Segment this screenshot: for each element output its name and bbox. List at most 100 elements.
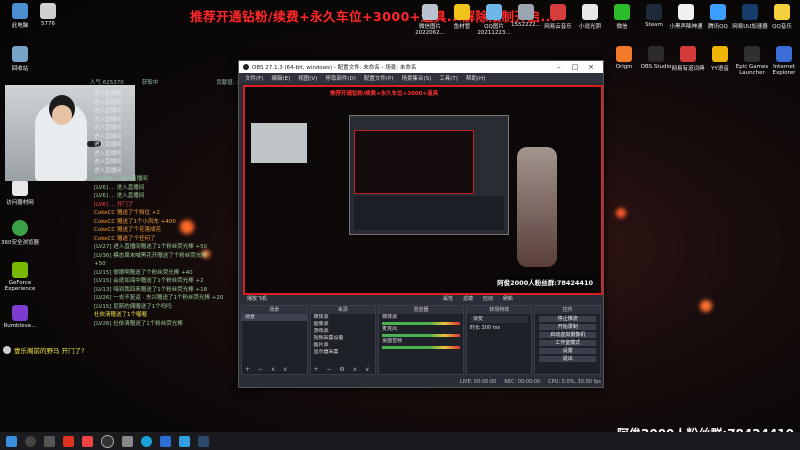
- streamer-face: [52, 105, 72, 125]
- desktop-icon-label: 访问器材网: [6, 200, 34, 206]
- stop-streaming-button[interactable]: 停止推流: [539, 315, 597, 322]
- obs-icon[interactable]: [101, 434, 114, 448]
- obs-logo-icon: [243, 64, 249, 70]
- taskbar: [0, 432, 800, 450]
- chat-message: CokeCC 赠送了个挡位 +2: [94, 210, 160, 216]
- sources-dock: 来源 媒体源 图像源 游戏源 视频采集设备 图片源 显示器采集 + − ⚙ ∧ …: [309, 305, 377, 375]
- chat-message: CokeCC 赠送了1个小风车 +400: [94, 218, 176, 225]
- ember-glow: [700, 300, 712, 312]
- volume-slider[interactable]: [382, 334, 460, 337]
- source-item[interactable]: 图像源: [311, 321, 376, 328]
- desktop-icon-5776[interactable]: 5776: [28, 3, 68, 27]
- desktop-icon-recycle-bin[interactable]: 回收站: [0, 46, 40, 72]
- app-icon[interactable]: [63, 435, 74, 447]
- app-icon: [680, 46, 696, 62]
- refresh-button[interactable]: 刷新: [503, 295, 513, 302]
- menu-profile[interactable]: 配置文件(P): [364, 74, 394, 82]
- volume-slider[interactable]: [382, 322, 460, 325]
- start-icon[interactable]: [6, 435, 17, 447]
- app-icon[interactable]: [179, 435, 190, 447]
- minimize-button[interactable]: –: [551, 63, 567, 71]
- studio-mode-button[interactable]: 工作室模式: [539, 339, 597, 346]
- desktop-icon-rumbleverse[interactable]: Rumbleve...: [0, 305, 40, 329]
- audio-mixer-dock: 混音器 媒体源 麦克风 桌面音频: [378, 305, 464, 375]
- desktop-icon-360-browser[interactable]: 360安全浏览器: [0, 220, 40, 246]
- source-item[interactable]: 游戏源: [311, 328, 376, 335]
- start-recording-button[interactable]: 开始录制: [539, 323, 597, 330]
- app-icon: [710, 4, 726, 20]
- obs-window[interactable]: OBS 27.1.3 (64-bit, windows) - 配置文件: 未命名…: [238, 60, 604, 388]
- desktop-icon-label: Internet Explorer: [772, 64, 796, 76]
- source-item[interactable]: 视频采集设备: [311, 335, 376, 342]
- desktop-icon-geforce[interactable]: GeForce Experience: [0, 262, 40, 292]
- menu-help[interactable]: 帮助(H): [466, 74, 485, 82]
- source-item[interactable]: 显示器采集: [311, 349, 376, 356]
- app-icon: [422, 4, 438, 20]
- chat-message: [LV15] 会逐如海中赠送了1个粉丝荧光棒 +2: [94, 278, 204, 284]
- app-icon[interactable]: [122, 435, 133, 447]
- menu-tools[interactable]: 工具(T): [439, 74, 458, 82]
- desktop-icon-label: GeForce Experience: [4, 280, 36, 292]
- transition-duration[interactable]: 时长 300 ms: [467, 325, 532, 332]
- close-button[interactable]: ×: [583, 63, 599, 71]
- search-icon[interactable]: [25, 435, 36, 447]
- source-toolbar: 播放飞机 属性 滤镜 应动 刷新: [243, 293, 603, 303]
- menu-docks[interactable]: 停靠部件(D): [325, 74, 356, 82]
- nvidia-icon: [12, 262, 28, 278]
- settings-button[interactable]: 设置: [539, 347, 597, 354]
- desktop-icon-access[interactable]: 访问器材网: [0, 180, 40, 206]
- maximize-button[interactable]: □: [567, 63, 583, 71]
- transition-select[interactable]: 渐变: [469, 316, 529, 323]
- volume-slider[interactable]: [382, 346, 460, 349]
- dock-controls[interactable]: + − ∧ ∨: [245, 366, 291, 373]
- desktop-icon-label: 鱼材管: [453, 24, 471, 30]
- app-icon: [776, 46, 792, 62]
- menu-edit[interactable]: 编辑(E): [271, 74, 290, 82]
- chat-message: 进入直播间: [94, 125, 122, 131]
- dock-controls[interactable]: + − ⚙ ∧ ∨: [314, 366, 373, 373]
- chat-message: 进入直播间: [94, 99, 122, 106]
- controls-dock: 控件 停止推流 开始录制 启动虚拟摄像机 工作室模式 设置 退出: [534, 305, 602, 375]
- filters-button[interactable]: 滤镜: [463, 295, 473, 302]
- game-icon: [12, 305, 28, 321]
- desktop-icon-label: Rumbleve...: [3, 323, 37, 329]
- source-item[interactable]: 图片源: [311, 342, 376, 349]
- avatar: [3, 346, 11, 354]
- chat-message: [LV34] ... 进入直播间: [94, 176, 148, 182]
- chat-message: 进入直播间: [94, 91, 122, 97]
- menu-view[interactable]: 视图(V): [298, 74, 317, 82]
- chat-message: 进入直播间: [94, 116, 122, 123]
- task-view-icon[interactable]: [44, 435, 55, 447]
- exit-button[interactable]: 退出: [539, 355, 597, 362]
- edge-icon[interactable]: [141, 435, 152, 447]
- obs-preview[interactable]: 推荐开通钻粉/续费+永久车位+3000+道具 阿俊2000人粉丝群:784244…: [243, 85, 603, 295]
- app-icon[interactable]: [160, 435, 171, 447]
- source-name: 播放飞机: [247, 295, 268, 302]
- computer-icon: [12, 3, 28, 19]
- source-item[interactable]: 媒体源: [311, 314, 376, 321]
- chat-message: CokeCC 赠送了个花落成花: [94, 227, 162, 233]
- app-icon: [646, 4, 662, 20]
- activate-button[interactable]: 应动: [483, 295, 493, 302]
- app-icon[interactable]: [82, 435, 93, 447]
- desktop-icon-label: Origin: [615, 64, 633, 70]
- desktop-icon-label: 回收站: [11, 66, 29, 72]
- app-icon: [486, 4, 502, 20]
- desktop-icon[interactable]: QQ音乐: [762, 4, 800, 30]
- chat-message: [LV6] ... 开门了: [94, 201, 134, 208]
- properties-button[interactable]: 属性: [443, 295, 453, 302]
- chat-message: 进入直播间: [94, 108, 122, 114]
- menu-file[interactable]: 文件(F): [245, 74, 263, 82]
- obs-titlebar[interactable]: OBS 27.1.3 (64-bit, windows) - 配置文件: 未命名…: [239, 61, 603, 73]
- follower-count: 获取中: [141, 80, 159, 86]
- menu-scene-collection[interactable]: 场景集合(S): [401, 74, 431, 82]
- desktop-icon[interactable]: Internet Explorer: [764, 46, 800, 76]
- steam-icon[interactable]: [198, 435, 209, 447]
- chat-message: 进入直播间: [94, 133, 122, 140]
- nested-preview: [354, 130, 474, 194]
- desktop-icon-label: OBS Studio: [640, 64, 672, 70]
- virtual-camera-button[interactable]: 启动虚拟摄像机: [539, 331, 597, 338]
- scene-item[interactable]: 场景: [242, 314, 307, 321]
- transitions-dock: 转场特效 渐变 时长 300 ms: [465, 305, 533, 375]
- desktop-icon-label: 360安全浏览器: [1, 240, 39, 246]
